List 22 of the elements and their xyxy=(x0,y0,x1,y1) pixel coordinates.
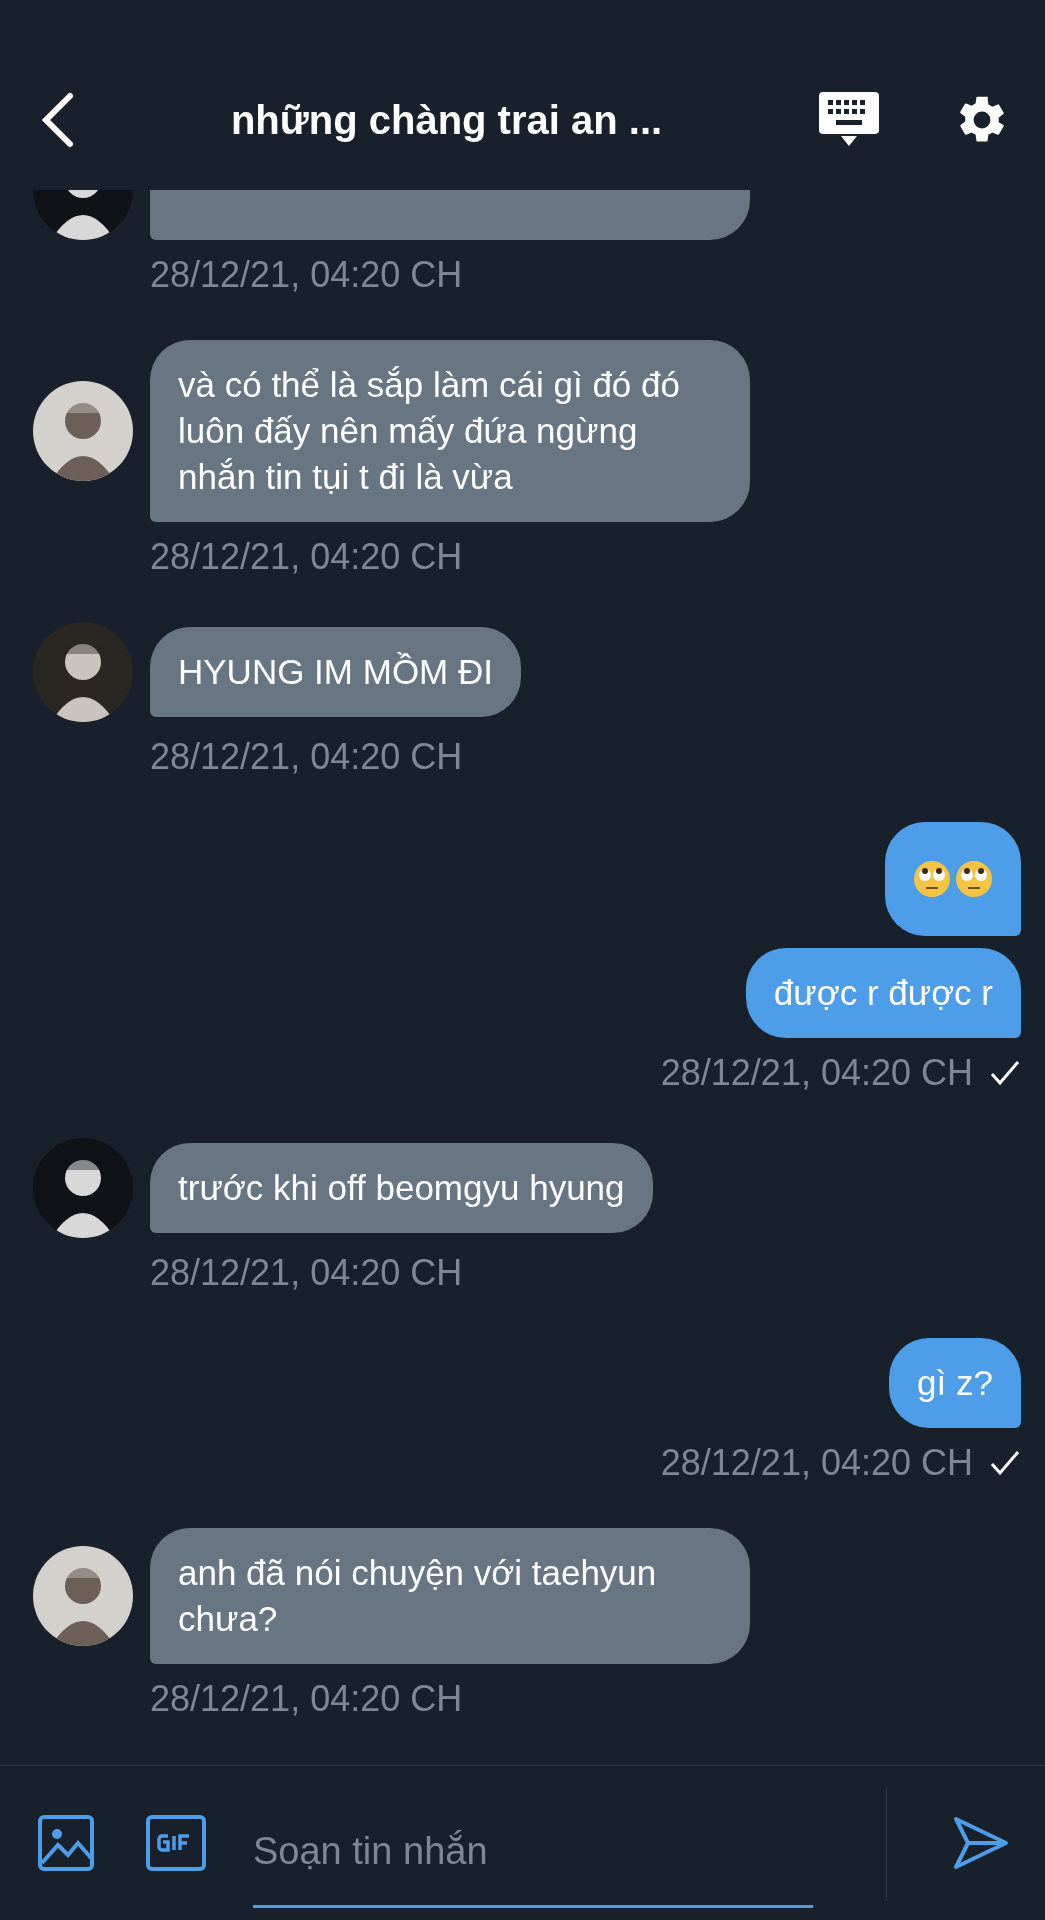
message-bubble: và có thể là sắp làm cái gì đó đó luôn đấy nên mấy đứa ngừng nhắn tin tụi t đi là vừa xyxy=(150,340,750,522)
message-bubble: anh đã nói chuyện với taehyun chưa? xyxy=(150,1528,750,1664)
message-time: 28/12/21, 04:20 CH xyxy=(150,1678,463,1719)
message-bubble: được r được r xyxy=(745,948,1021,1038)
message-time: 28/12/21, 04:20 CH xyxy=(660,1441,973,1485)
message-input[interactable]: Soạn tin nhắn xyxy=(253,1798,813,1908)
message-bubble: HYUNG IM MỒM ĐI xyxy=(150,627,521,717)
back-icon[interactable] xyxy=(40,92,74,148)
gif-icon[interactable] xyxy=(146,1815,206,1871)
message-bubble: gì z? xyxy=(889,1338,1021,1428)
message-time: 28/12/21, 04:20 CH xyxy=(660,1051,973,1095)
image-icon[interactable] xyxy=(38,1815,94,1871)
eye-roll-emoji-icon xyxy=(955,860,993,898)
message-time: 28/12/21, 04:20 CH xyxy=(150,536,463,577)
chat-title: những chàng trai an ... xyxy=(230,98,663,142)
send-icon[interactable] xyxy=(952,1815,1010,1871)
message-time: 28/12/21, 04:20 CH xyxy=(150,1252,463,1293)
keyboard-icon[interactable] xyxy=(819,92,879,148)
message-bubble: trước khi off beomgyu hyung xyxy=(150,1143,653,1233)
eye-roll-emoji-icon xyxy=(913,860,951,898)
message-time: 28/12/21, 04:20 CH xyxy=(150,736,463,777)
message-time: 28/12/21, 04:20 CH xyxy=(150,254,463,295)
